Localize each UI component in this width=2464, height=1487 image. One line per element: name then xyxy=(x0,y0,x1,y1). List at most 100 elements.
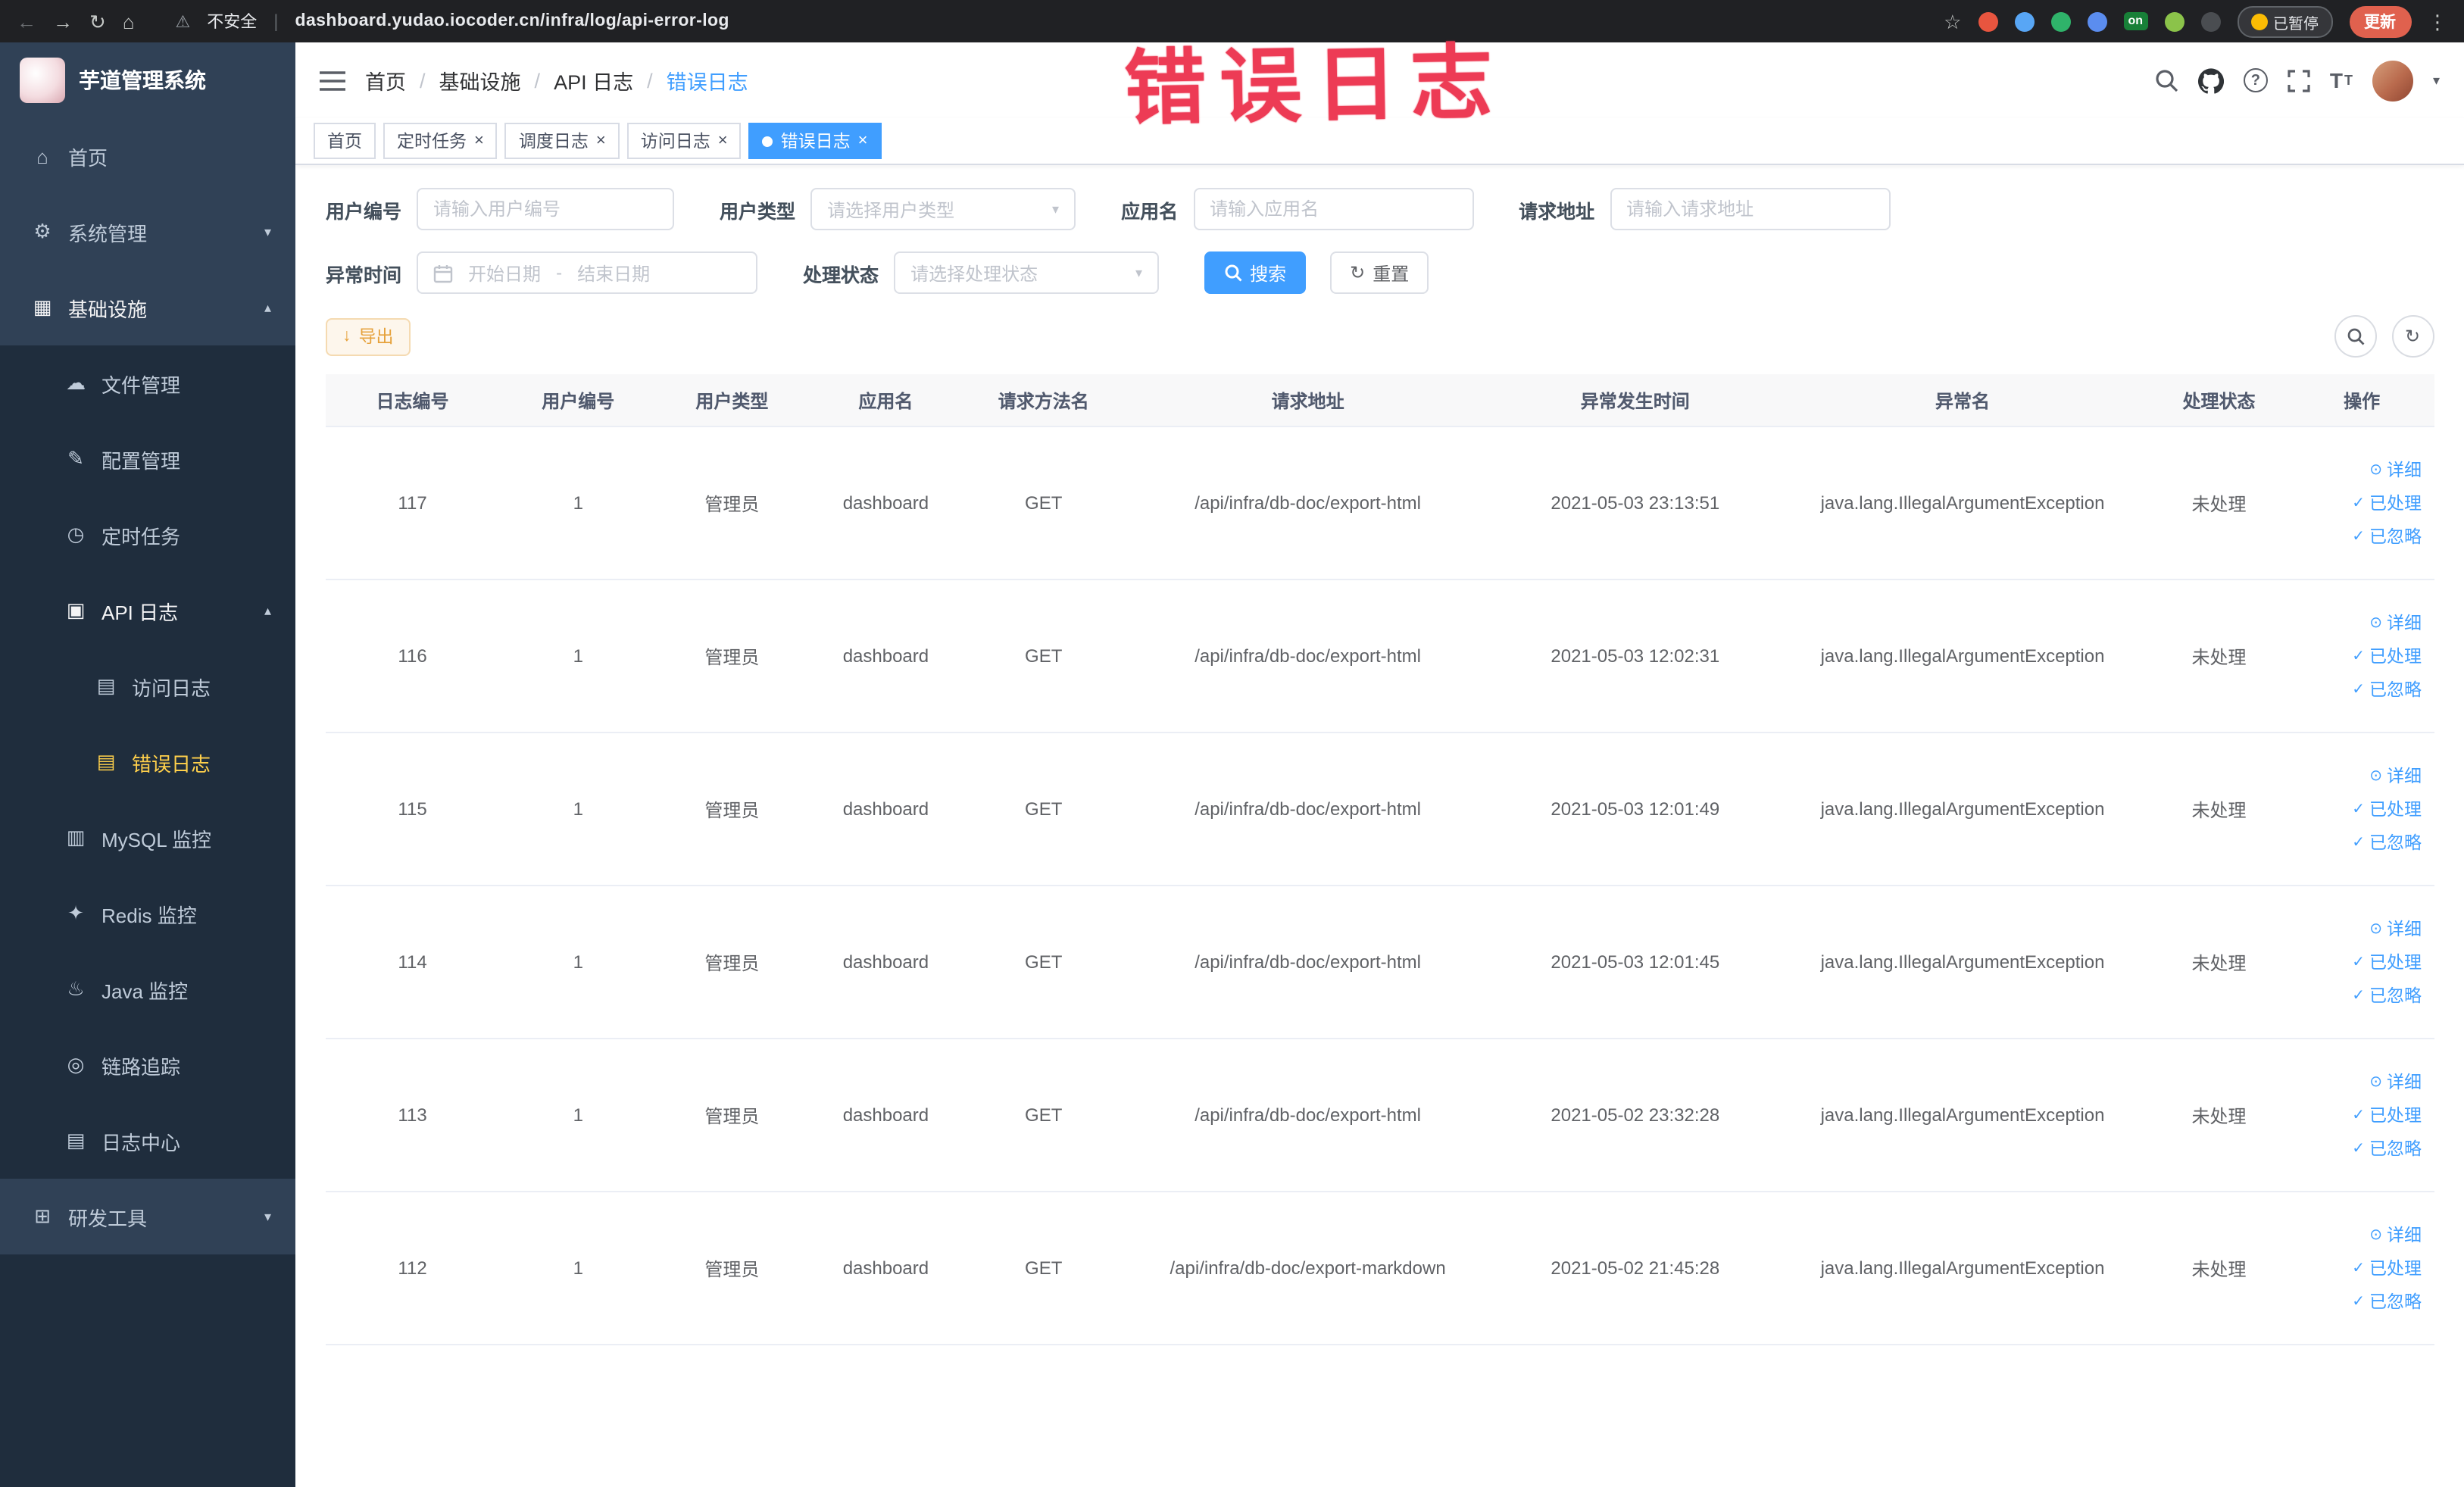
user-id-input[interactable] xyxy=(417,188,675,230)
tab-job-log[interactable]: 调度日志 × xyxy=(504,123,620,159)
tab-close-icon[interactable]: × xyxy=(718,132,728,150)
tab-close-icon[interactable]: × xyxy=(474,132,484,150)
breadcrumb-item[interactable]: 首页 xyxy=(365,65,406,95)
processed-link[interactable]: ✓ 已处理 xyxy=(2352,644,2422,668)
search-icon[interactable] xyxy=(2154,68,2178,92)
row-actions-stack: ⊙ 详细 ✓ 已处理 ✓ 已忽略 xyxy=(2296,917,2428,1007)
breadcrumb-item[interactable]: API 日志 xyxy=(554,65,633,95)
security-label[interactable]: 不安全 xyxy=(207,9,257,33)
tab-access-log[interactable]: 访问日志 × xyxy=(626,123,742,159)
sidebar-item-redis[interactable]: ✦ Redis 监控 xyxy=(0,876,295,951)
font-size-icon[interactable]: TT xyxy=(2330,68,2353,92)
sidebar-item-mysql[interactable]: ▥ MySQL 监控 xyxy=(0,800,295,876)
detail-link[interactable]: ⊙ 详细 xyxy=(2369,1223,2422,1247)
column-header-user-type: 用户类型 xyxy=(657,374,807,427)
reload-icon[interactable]: ↻ xyxy=(89,11,106,31)
user-avatar[interactable] xyxy=(2372,60,2413,101)
extension-icon-paw[interactable] xyxy=(2200,11,2220,31)
processed-link[interactable]: ✓ 已处理 xyxy=(2352,1256,2422,1280)
reset-button[interactable]: ↻ 重置 xyxy=(1330,251,1429,294)
ignored-link[interactable]: ✓ 已忽略 xyxy=(2352,524,2422,548)
sidebar-item-infra[interactable]: ▦ 基础设施 ▴ xyxy=(0,270,295,345)
process-status-select[interactable]: 请选择处理状态 ▾ xyxy=(894,251,1160,294)
ignored-link[interactable]: ✓ 已忽略 xyxy=(2352,983,2422,1007)
processed-link[interactable]: ✓ 已处理 xyxy=(2352,491,2422,515)
tab-job[interactable]: 定时任务 × xyxy=(383,123,498,159)
app-logo[interactable]: 芋道管理系统 xyxy=(0,42,295,118)
breadcrumb-item[interactable]: 基础设施 xyxy=(439,65,521,95)
rabbit-logo-image xyxy=(20,58,65,103)
cell-user-id: 1 xyxy=(499,1192,657,1345)
extension-icon-blue-drop[interactable] xyxy=(2014,11,2035,31)
sidebar-item-home[interactable]: ⌂ 首页 xyxy=(0,118,295,194)
sidebar-item-log-center[interactable]: ▤ 日志中心 xyxy=(0,1103,295,1179)
hamburger-icon[interactable] xyxy=(320,69,345,92)
processed-link[interactable]: ✓ 已处理 xyxy=(2352,1103,2422,1127)
forward-icon[interactable]: → xyxy=(53,11,73,31)
tab-close-icon[interactable]: × xyxy=(858,132,868,150)
ignored-link[interactable]: ✓ 已忽略 xyxy=(2352,677,2422,701)
exception-time-range-picker[interactable]: 开始日期 - 结束日期 xyxy=(417,251,758,294)
detail-link[interactable]: ⊙ 详细 xyxy=(2369,458,2422,482)
search-button[interactable]: 搜索 xyxy=(1204,251,1307,294)
extension-icon-on-badge[interactable]: on xyxy=(2123,12,2147,30)
request-url-input[interactable] xyxy=(1610,188,1891,230)
sidebar-item-config[interactable]: ✎ 配置管理 xyxy=(0,421,295,497)
bookmark-star-icon[interactable]: ☆ xyxy=(1944,11,1961,31)
extension-icon-red[interactable] xyxy=(1978,11,1998,31)
url-text[interactable]: dashboard.yudao.iocoder.cn/infra/log/api… xyxy=(295,12,729,30)
check-icon: ✓ xyxy=(2352,681,2365,698)
help-icon[interactable]: ? xyxy=(2243,68,2268,92)
browser-menu-icon[interactable]: ⋮ xyxy=(2428,11,2447,31)
update-button[interactable]: 更新 xyxy=(2349,5,2411,37)
sidebar-item-dev-tools[interactable]: ⊞ 研发工具 ▾ xyxy=(0,1179,295,1254)
export-button[interactable]: ↓ 导出 xyxy=(326,317,411,355)
processed-link[interactable]: ✓ 已处理 xyxy=(2352,950,2422,974)
detail-link[interactable]: ⊙ 详细 xyxy=(2369,764,2422,788)
tab-close-icon[interactable]: × xyxy=(596,132,606,150)
paused-badge[interactable]: 已暂停 xyxy=(2237,5,2332,37)
sidebar-item-trace[interactable]: ◎ 链路追踪 xyxy=(0,1027,295,1103)
tab-label: 调度日志 xyxy=(518,133,589,152)
sidebar-item-access-log[interactable]: ▤ 访问日志 xyxy=(0,648,295,724)
sidebar-item-error-log[interactable]: ▤ 错误日志 xyxy=(0,724,295,800)
start-date-placeholder[interactable]: 开始日期 xyxy=(468,260,541,286)
tab-home[interactable]: 首页 xyxy=(314,123,376,159)
sidebar-item-java[interactable]: ♨ Java 监控 xyxy=(0,951,295,1027)
ignored-link[interactable]: ✓ 已忽略 xyxy=(2352,1289,2422,1314)
extension-icon-green[interactable] xyxy=(2050,11,2071,31)
column-header-exception-time: 异常发生时间 xyxy=(1493,374,1778,427)
browser-home-icon[interactable]: ⌂ xyxy=(123,11,135,31)
detail-link[interactable]: ⊙ 详细 xyxy=(2369,611,2422,635)
action-label: 详细 xyxy=(2387,1227,2422,1245)
action-label: 已处理 xyxy=(2369,954,2422,973)
app-name-input[interactable] xyxy=(1193,188,1474,230)
sidebar-item-job[interactable]: ◷ 定时任务 xyxy=(0,497,295,573)
user-type-select[interactable]: 请选择用户类型 ▾ xyxy=(810,188,1076,230)
refresh-button[interactable]: ↻ xyxy=(2391,315,2434,358)
check-icon: ✓ xyxy=(2352,801,2365,817)
processed-link[interactable]: ✓ 已处理 xyxy=(2352,797,2422,821)
tab-error-log[interactable]: 错误日志 × xyxy=(748,123,882,159)
extension-icon-blue-grid[interactable] xyxy=(2087,11,2107,31)
detail-link[interactable]: ⊙ 详细 xyxy=(2369,1070,2422,1094)
process-status-label: 处理状态 xyxy=(803,264,879,286)
back-icon[interactable]: ← xyxy=(17,11,36,31)
sidebar-item-system[interactable]: ⚙ 系统管理 ▾ xyxy=(0,194,295,270)
check-icon: ✓ xyxy=(2352,834,2365,851)
ignored-link[interactable]: ✓ 已忽略 xyxy=(2352,830,2422,854)
avatar-chevron-down-icon[interactable]: ▾ xyxy=(2433,72,2440,89)
search-toggle-button[interactable] xyxy=(2334,315,2376,358)
detail-link[interactable]: ⊙ 详细 xyxy=(2369,917,2422,941)
sidebar-item-api-log[interactable]: ▣ API 日志 ▴ xyxy=(0,573,295,648)
table-row: 113 1 管理员 dashboard GET/api/infra/db-doc/exp… xyxy=(326,1039,2434,1192)
end-date-placeholder[interactable]: 结束日期 xyxy=(577,260,650,286)
fullscreen-icon[interactable] xyxy=(2288,69,2310,92)
sidebar-item-file[interactable]: ☁ 文件管理 xyxy=(0,345,295,421)
row-actions: ⊙ 详细 ✓ 已处理 ✓ 已忽略 xyxy=(2290,426,2434,580)
breadcrumb-item[interactable]: 错误日志 xyxy=(667,65,748,95)
extension-icon-leaf[interactable] xyxy=(2164,11,2184,31)
search-button-label: 搜索 xyxy=(1250,263,1287,284)
github-icon[interactable] xyxy=(2197,67,2224,93)
ignored-link[interactable]: ✓ 已忽略 xyxy=(2352,1136,2422,1161)
